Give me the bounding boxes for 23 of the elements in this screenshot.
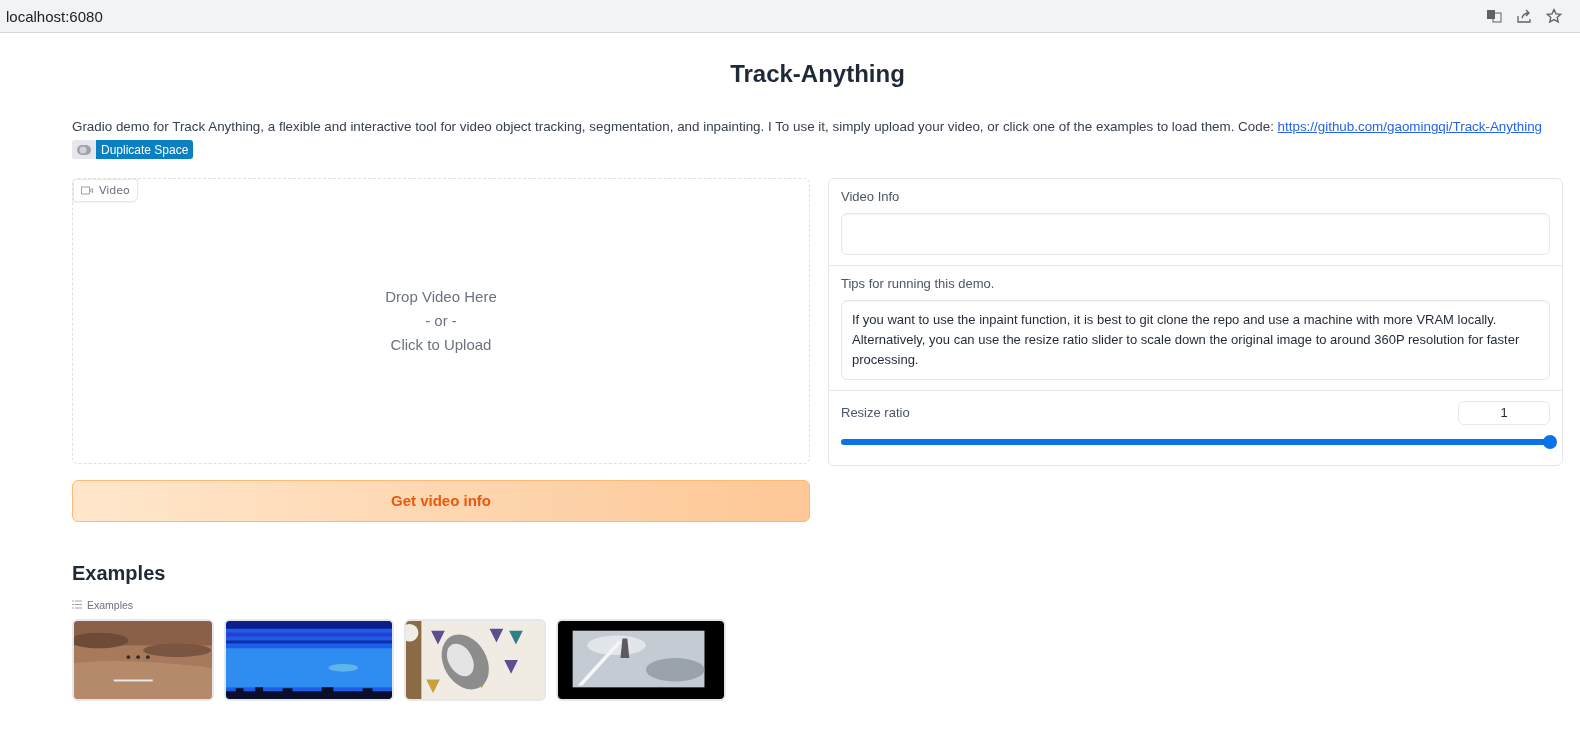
tips-text-area[interactable]: If you want to use the inpaint function, it is best to git clone the repo and use a machine with more VRAM locally. Alternatively, you can use the resize ratio slider to scale down the original image to around 360P resolution for faster processing. bbox=[841, 299, 1550, 380]
list-icon bbox=[72, 600, 82, 609]
video-info-field[interactable] bbox=[841, 212, 1550, 255]
number-field[interactable]: 1 bbox=[1458, 400, 1550, 425]
video-icon bbox=[81, 185, 93, 195]
field-label: Video Info bbox=[841, 188, 901, 204]
upload-hint: - or - bbox=[425, 310, 457, 331]
video-upload-area[interactable]: Video Drop Video Here - or - Click to Upload bbox=[72, 177, 810, 464]
upload-hint: Click to Upload bbox=[390, 334, 492, 355]
field-label: Tips for running this demo. bbox=[841, 275, 996, 291]
section-heading: Examples bbox=[72, 561, 167, 585]
slider-label: Resize ratio bbox=[841, 405, 910, 420]
video-label: Video bbox=[73, 178, 138, 202]
page-title: Track-Anything bbox=[729, 60, 906, 88]
translate-icon[interactable] bbox=[1486, 8, 1502, 24]
address-bar[interactable]: localhost:6080 bbox=[6, 7, 103, 25]
star-icon[interactable] bbox=[1546, 8, 1562, 24]
code-link[interactable]: https://github.com/gaomingqi/Track-Anything bbox=[1277, 119, 1543, 134]
toggle-icon bbox=[77, 143, 91, 156]
description-text: Gradio demo for Track Anything, a flexible and interactive tool for video object tracking, segmentation, and inpainting. I To use it, simply upload your video, or click one of the examples to load them. Code: https://github.com/gaomingqi/Track-Anything bbox=[72, 118, 1544, 136]
examples-label: Examples bbox=[87, 598, 134, 611]
upload-hint: Drop Video Here bbox=[385, 286, 497, 307]
share-icon[interactable] bbox=[1516, 8, 1532, 24]
